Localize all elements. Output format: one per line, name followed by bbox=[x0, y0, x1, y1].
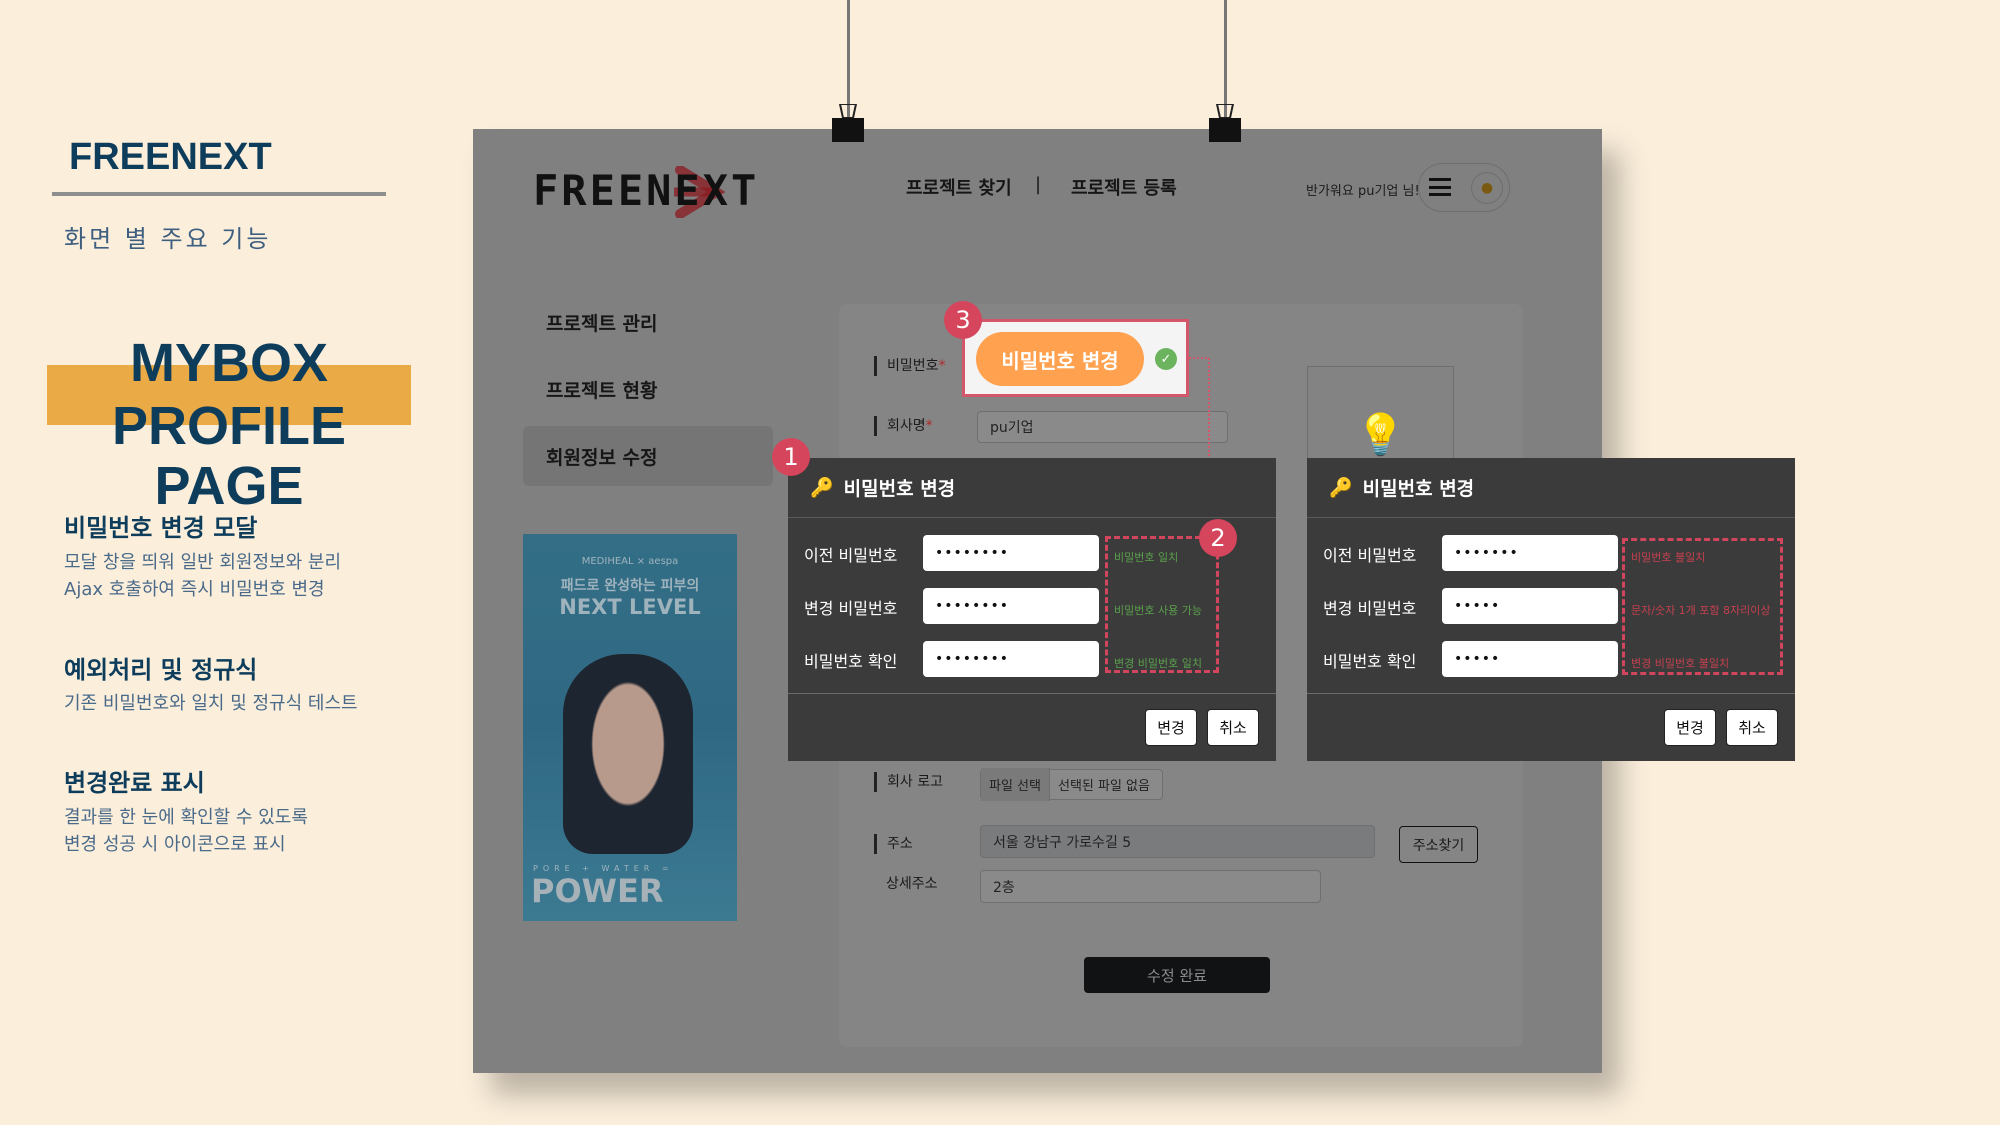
greeting: 반가워요 pu기업 님! bbox=[1306, 184, 1420, 199]
binder-clip-icon bbox=[832, 104, 864, 142]
field-label: 변경 비밀번호 bbox=[1323, 599, 1417, 618]
section-desc: 모달 창을 띄워 일반 회원정보와 분리 Ajax 호출하여 즉시 비밀번호 변경 bbox=[64, 549, 341, 603]
ad-headline: POWER bbox=[531, 872, 664, 910]
modal-footer-divider bbox=[1307, 693, 1795, 694]
hanger-wire bbox=[847, 0, 850, 118]
step-badge-1: 1 bbox=[772, 438, 810, 476]
brand-title: FREENEXT bbox=[69, 136, 272, 178]
desc-line: 기존 비밀번호와 일치 및 정규식 테스트 bbox=[64, 693, 358, 714]
section-title: 비밀번호 변경 모달 bbox=[64, 514, 258, 542]
field-label: 변경 비밀번호 bbox=[804, 599, 898, 618]
desc-line: 모달 창을 띄워 일반 회원정보와 분리 bbox=[64, 552, 342, 573]
sidebar-item-project-manage[interactable]: 프로젝트 관리 bbox=[546, 309, 658, 336]
modal-change-button[interactable]: 변경 bbox=[1145, 709, 1197, 746]
address-label: 주소 bbox=[874, 834, 913, 854]
new-password-input[interactable]: •••••••• bbox=[923, 588, 1099, 624]
validation-box: 비밀번호 불일치 문자/숫자 1개 포함 8자리이상 변경 비밀번호 불일치 bbox=[1622, 538, 1783, 675]
detail-address-input[interactable]: 2층 bbox=[980, 870, 1321, 903]
section-desc: 결과를 한 눈에 확인할 수 있도록변경 성공 시 아이콘으로 표시 bbox=[64, 804, 308, 858]
sidebar-item-edit-profile[interactable]: 회원정보 수정 bbox=[546, 443, 658, 470]
validation-message: 비밀번호 일치 bbox=[1114, 551, 1179, 564]
step-badge-3: 3 bbox=[944, 301, 982, 339]
desc-line: 결과를 한 눈에 확인할 수 있도록 bbox=[64, 807, 308, 828]
heading-profile-page: PROFILE PAGE bbox=[111, 396, 346, 516]
field-label: 비밀번호 확인 bbox=[804, 652, 898, 671]
field-label: 비밀번호 확인 bbox=[1323, 652, 1417, 671]
nav-separator: | bbox=[1035, 174, 1042, 195]
file-input[interactable]: 파일 선택 선택된 파일 없음 bbox=[980, 768, 1163, 801]
user-menu-pill[interactable]: ● bbox=[1418, 163, 1510, 212]
avatar[interactable]: ● bbox=[1471, 172, 1503, 204]
validation-message: 비밀번호 사용 가능 bbox=[1114, 604, 1202, 617]
file-select-button[interactable]: 파일 선택 bbox=[981, 768, 1050, 801]
validation-message: 문자/숫자 1개 포함 8자리이상 bbox=[1631, 604, 1771, 617]
validation-message: 변경 비밀번호 불일치 bbox=[1631, 657, 1730, 670]
divider bbox=[52, 192, 386, 196]
validation-message: 변경 비밀번호 일치 bbox=[1114, 657, 1202, 670]
modal-footer-divider bbox=[788, 693, 1276, 694]
key-icon: 🔑 bbox=[810, 477, 834, 499]
sidebar-item-project-status[interactable]: 프로젝트 현황 bbox=[546, 376, 658, 403]
new-password-input[interactable]: ••••• bbox=[1442, 588, 1618, 624]
company-logo-label: 회사 로고 bbox=[874, 772, 943, 792]
detail-address-label: 상세주소 bbox=[886, 876, 938, 892]
section-desc: 기존 비밀번호와 일치 및 정규식 테스트 bbox=[64, 690, 358, 717]
password-label: 비밀번호* bbox=[874, 356, 946, 376]
modal-cancel-button[interactable]: 취소 bbox=[1207, 709, 1259, 746]
nav-register-project[interactable]: 프로젝트 등록 bbox=[1071, 174, 1177, 200]
subtitle: 화면 별 주요 기능 bbox=[64, 225, 272, 253]
modal-title: 비밀번호 변경 bbox=[1362, 478, 1475, 500]
submit-button[interactable]: 수정 완료 bbox=[1084, 957, 1270, 993]
find-address-button[interactable]: 주소찾기 bbox=[1399, 826, 1478, 863]
password-modal-success: 🔑 비밀번호 변경 이전 비밀번호 변경 비밀번호 비밀번호 확인 •••••••… bbox=[788, 458, 1276, 761]
company-label: 회사명* bbox=[874, 416, 933, 436]
validation-message: 비밀번호 불일치 bbox=[1631, 551, 1706, 564]
confirm-password-input[interactable]: •••••••• bbox=[923, 641, 1099, 677]
binder-clip-icon bbox=[1209, 104, 1241, 142]
file-status: 선택된 파일 없음 bbox=[1057, 779, 1150, 794]
modal-cancel-button[interactable]: 취소 bbox=[1726, 709, 1778, 746]
hamburger-icon[interactable] bbox=[1429, 178, 1451, 196]
logo-text: FREENEXT bbox=[533, 166, 760, 215]
ad-banner[interactable]: MEDIHEAL × aespa 패드로 완성하는 피부의 NEXT LEVEL… bbox=[523, 534, 737, 921]
modal-title: 비밀번호 변경 bbox=[843, 478, 956, 500]
company-logo-preview: 💡 bbox=[1307, 366, 1454, 459]
lightbulb-icon: 💡 bbox=[1355, 412, 1406, 458]
field-label: 이전 비밀번호 bbox=[1323, 546, 1417, 565]
modal-change-button[interactable]: 변경 bbox=[1664, 709, 1716, 746]
old-password-input[interactable]: •••••••• bbox=[923, 535, 1099, 571]
ad-brand: MEDIHEAL × aespa bbox=[581, 556, 679, 567]
section-title: 예외처리 및 정규식 bbox=[64, 656, 258, 684]
step-badge-2: 2 bbox=[1199, 519, 1237, 557]
nav-find-projects[interactable]: 프로젝트 찾기 bbox=[906, 174, 1012, 200]
hanger-wire bbox=[1224, 0, 1227, 118]
ad-line2: NEXT LEVEL bbox=[559, 595, 701, 619]
old-password-input[interactable]: ••••••• bbox=[1442, 535, 1618, 571]
key-icon: 🔑 bbox=[1329, 477, 1353, 499]
desc-line: 변경 성공 시 아이콘으로 표시 bbox=[64, 834, 286, 855]
password-modal-error: 🔑 비밀번호 변경 이전 비밀번호 변경 비밀번호 비밀번호 확인 •••••••… bbox=[1307, 458, 1795, 761]
modal-header: 🔑 비밀번호 변경 bbox=[1307, 458, 1795, 518]
app-logo[interactable]: FREENEXT bbox=[533, 166, 759, 215]
validation-box: 비밀번호 일치 비밀번호 사용 가능 변경 비밀번호 일치 bbox=[1105, 536, 1219, 673]
change-password-button[interactable]: 비밀번호 변경 bbox=[976, 332, 1144, 386]
modal-header: 🔑 비밀번호 변경 bbox=[788, 458, 1276, 518]
ad-line1: 패드로 완성하는 피부의 bbox=[560, 578, 700, 594]
field-label: 이전 비밀번호 bbox=[804, 546, 898, 565]
desc-line: Ajax 호출하여 즉시 비밀번호 변경 bbox=[64, 579, 325, 600]
heading-mybox: MYBOX bbox=[129, 333, 329, 393]
section-title: 변경완료 표시 bbox=[64, 769, 205, 797]
model-photo bbox=[563, 654, 693, 854]
address-input[interactable]: 서울 강남구 가로수길 5 bbox=[980, 825, 1375, 858]
confirm-password-input[interactable]: ••••• bbox=[1442, 641, 1618, 677]
